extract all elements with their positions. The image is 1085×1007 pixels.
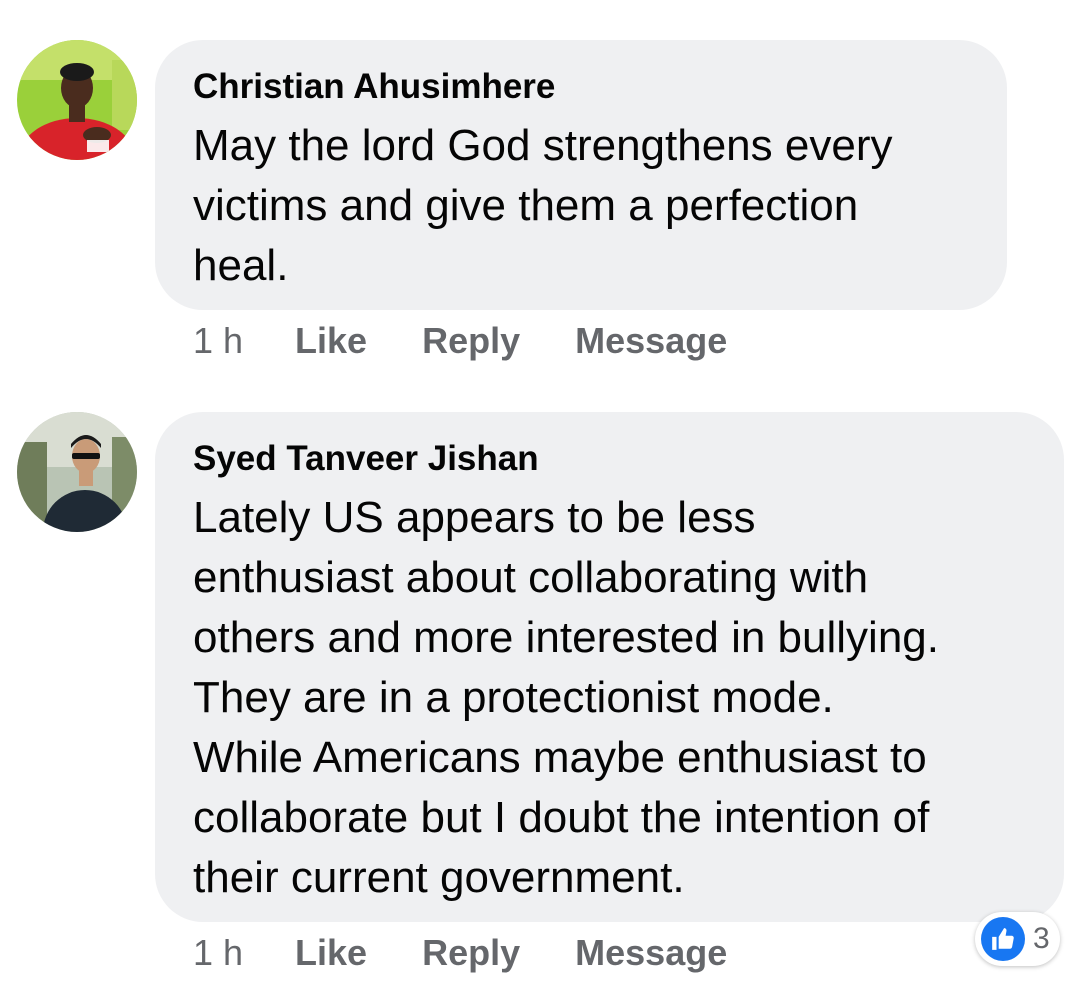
avatar[interactable] (17, 412, 137, 532)
thumbs-up-icon (981, 917, 1025, 961)
comment-actions: 1 h Like Reply Message (193, 932, 782, 974)
comment-text-line: Lately US appears to be less (193, 493, 756, 542)
reaction-count: 3 (1033, 922, 1050, 955)
like-button[interactable]: Like (295, 932, 367, 974)
comment-text: Lately US appears to be less enthusiast … (193, 488, 1026, 908)
reply-button[interactable]: Reply (422, 932, 520, 974)
comment-text-line: May the lord God strengthens every (193, 121, 893, 170)
comment-text-line: heal. (193, 241, 289, 290)
comment-bubble: Christian Ahusimhere May the lord God st… (155, 40, 1007, 310)
comment-text-line: They are in a protectionist mode. (193, 673, 834, 722)
comment-actions: 1 h Like Reply Message (193, 320, 782, 362)
comment-timestamp[interactable]: 1 h (193, 320, 243, 362)
like-button[interactable]: Like (295, 320, 367, 362)
comment-text-line: victims and give them a perfection (193, 181, 859, 230)
comment-text-line: enthusiast about collaborating with (193, 553, 869, 602)
message-button[interactable]: Message (575, 932, 727, 974)
comment-text: May the lord God strengthens every victi… (193, 116, 969, 296)
reaction-summary[interactable]: 3 (975, 912, 1060, 966)
reply-button[interactable]: Reply (422, 320, 520, 362)
comment-author[interactable]: Christian Ahusimhere (193, 67, 969, 107)
message-button[interactable]: Message (575, 320, 727, 362)
comment-bubble: Syed Tanveer Jishan Lately US appears to… (155, 412, 1064, 922)
comment-author[interactable]: Syed Tanveer Jishan (193, 439, 1026, 479)
comment-timestamp[interactable]: 1 h (193, 932, 243, 974)
comment-text-line: collaborate but I doubt the intention of (193, 793, 930, 842)
comment-text-line: While Americans maybe enthusiast to (193, 733, 927, 782)
avatar[interactable] (17, 40, 137, 160)
comment-text-line: others and more interested in bullying. (193, 613, 939, 662)
comment-text-line: their current government. (193, 853, 685, 902)
